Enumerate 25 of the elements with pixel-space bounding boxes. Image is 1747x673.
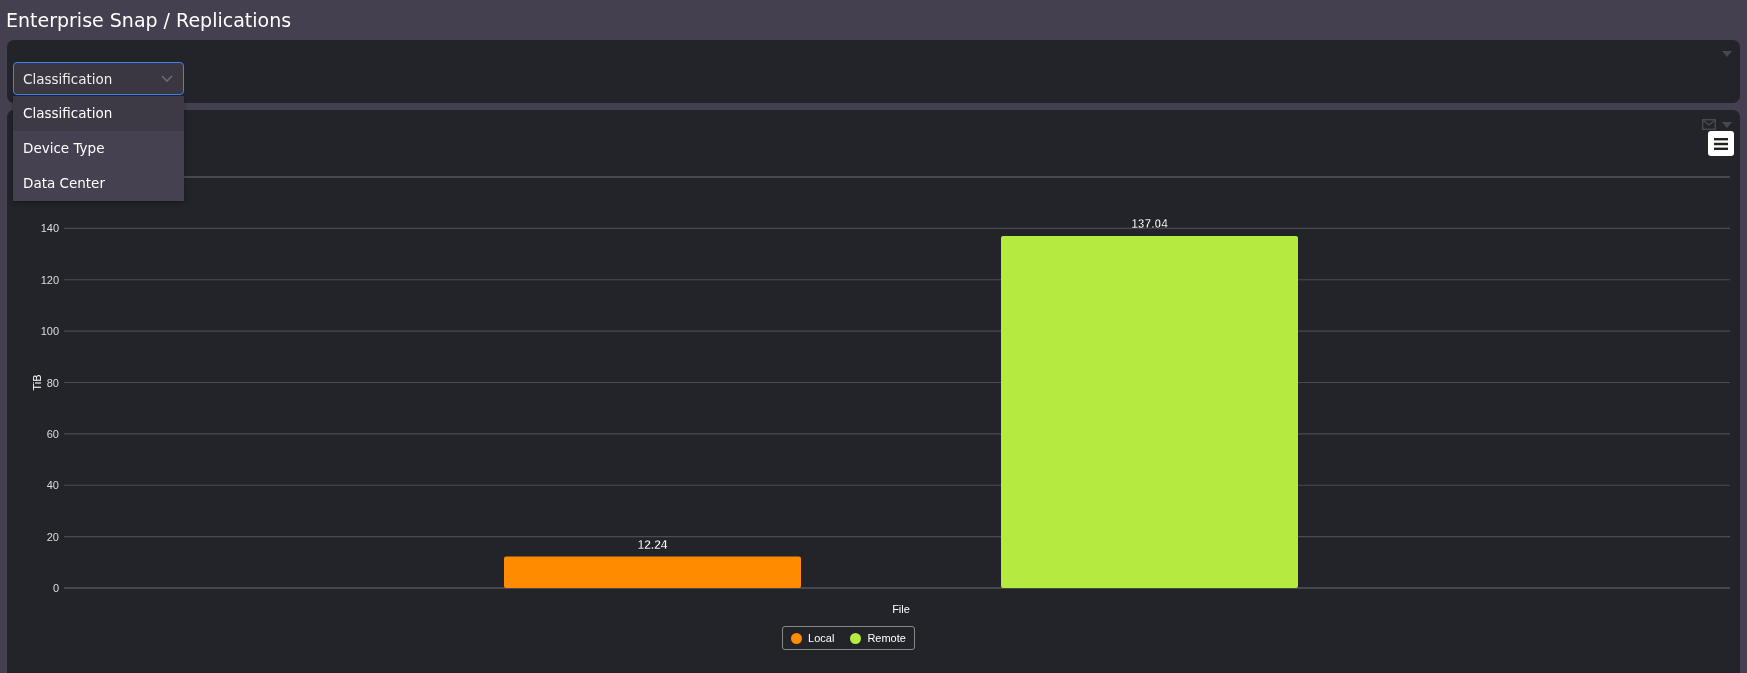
menu-button[interactable] bbox=[1708, 131, 1734, 156]
legend-label[interactable]: Remote bbox=[867, 632, 906, 644]
bar-value-label: 12.24 bbox=[637, 537, 668, 552]
axis-tick-label: 60 bbox=[46, 427, 59, 440]
axis-tick-label: 80 bbox=[46, 376, 59, 389]
axis-tick-label: 40 bbox=[46, 479, 59, 492]
mail-icon[interactable] bbox=[1702, 119, 1716, 130]
menu-icon bbox=[1714, 137, 1728, 150]
page-title: Enterprise Snap / Replications bbox=[6, 8, 293, 33]
bar-value-label: 137.04 bbox=[1131, 217, 1168, 231]
axis-tick-label: 140 bbox=[40, 222, 59, 235]
chevron-icon bbox=[161, 74, 173, 83]
axis-tick-label: 0 bbox=[52, 582, 59, 594]
dropdown-option[interactable]: Classification bbox=[13, 96, 184, 131]
axis-category-label: File bbox=[892, 603, 910, 615]
classification-select[interactable]: Classification bbox=[13, 62, 184, 95]
dropdown-option[interactable]: Data Center bbox=[13, 166, 184, 201]
axis-tick-label: 120 bbox=[40, 273, 59, 286]
dropdown-option[interactable]: Device Type bbox=[13, 131, 184, 166]
caret-icon[interactable] bbox=[1722, 51, 1732, 57]
caret-icon[interactable] bbox=[1722, 121, 1732, 128]
axis-tick-label: 20 bbox=[46, 530, 59, 543]
axis-tick-label: 100 bbox=[40, 325, 59, 338]
legend-label[interactable]: Local bbox=[808, 632, 835, 644]
axis-title: TiB bbox=[31, 374, 43, 391]
